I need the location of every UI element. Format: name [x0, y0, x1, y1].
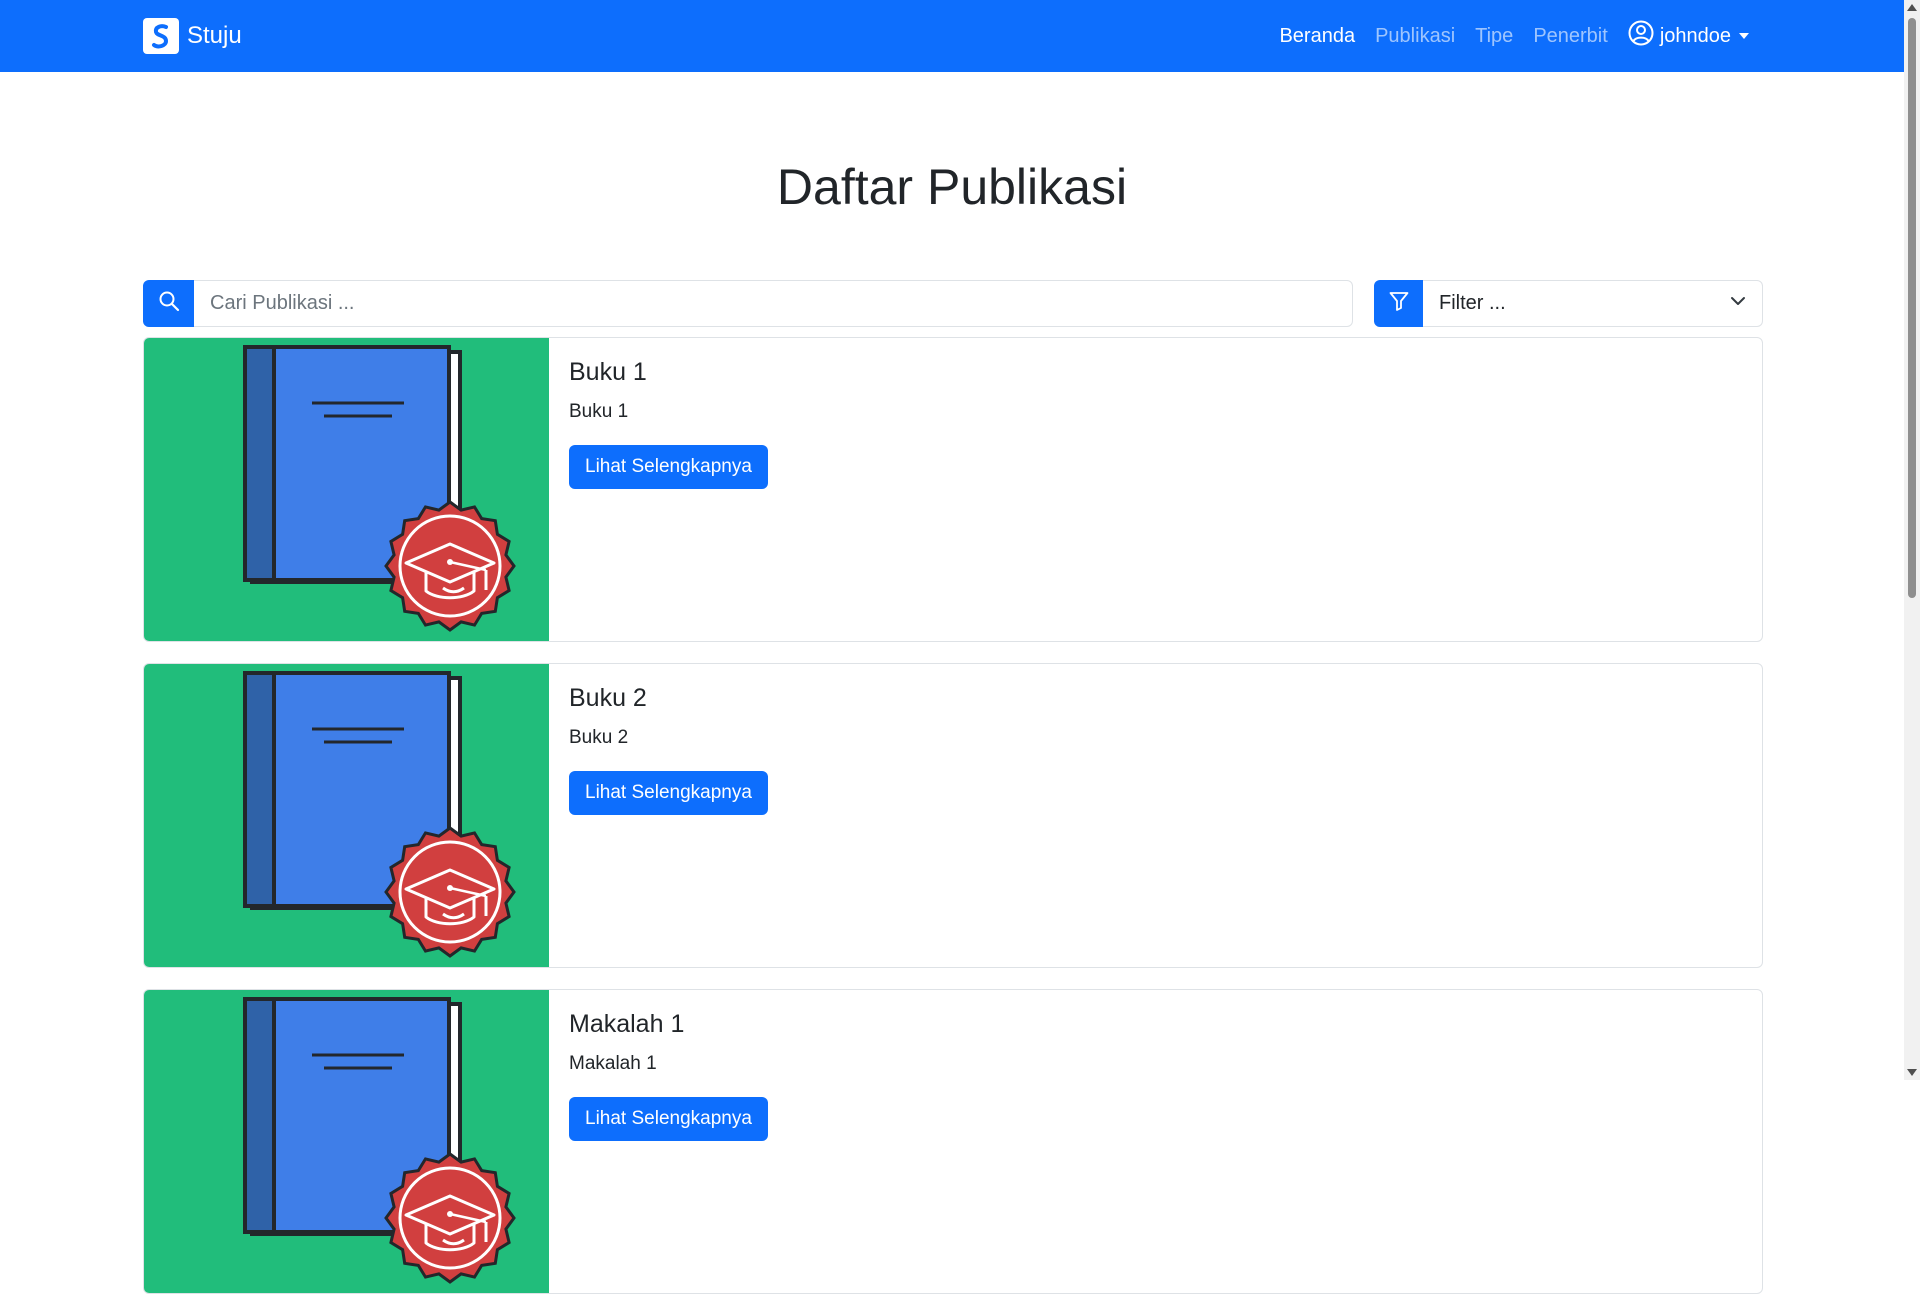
caret-down-icon — [1739, 33, 1749, 39]
nav-link-publikasi[interactable]: Publikasi — [1375, 25, 1455, 48]
card-title: Buku 2 — [569, 684, 647, 712]
card-body: Buku 1 Buku 1 Lihat Selengkapnya — [549, 338, 788, 641]
search-icon — [158, 290, 180, 317]
brand-name: Stuju — [187, 22, 242, 49]
filter-select[interactable]: Filter ... — [1423, 280, 1763, 327]
nav-link-beranda[interactable]: Beranda — [1279, 25, 1355, 48]
brand-logo-icon — [143, 18, 179, 54]
user-name: johndoe — [1659, 24, 1731, 47]
card-body: Buku 2 Buku 2 Lihat Selengkapnya — [549, 664, 788, 967]
view-details-button[interactable]: Lihat Selengkapnya — [569, 771, 768, 815]
scroll-up-icon[interactable] — [1907, 4, 1917, 11]
publication-card: Makalah 1 Makalah 1 Lihat Selengkapnya — [143, 989, 1763, 1294]
publication-card: Buku 2 Buku 2 Lihat Selengkapnya — [143, 663, 1763, 968]
book-graduation-icon — [144, 338, 549, 641]
user-circle-icon — [1628, 20, 1654, 52]
nav-link-penerbit[interactable]: Penerbit — [1533, 25, 1608, 48]
filter-group: Filter ... — [1374, 280, 1763, 327]
search-button[interactable] — [143, 280, 194, 327]
search-group — [143, 280, 1353, 327]
publication-card: Buku 1 Buku 1 Lihat Selengkapnya — [143, 337, 1763, 642]
filter-select-value: Filter ... — [1439, 292, 1506, 314]
page-scrollbar[interactable] — [1904, 0, 1920, 1080]
view-details-button[interactable]: Lihat Selengkapnya — [569, 1097, 768, 1141]
card-body: Makalah 1 Makalah 1 Lihat Selengkapnya — [549, 990, 788, 1293]
filter-icon — [1388, 290, 1410, 317]
scroll-thumb[interactable] — [1908, 18, 1916, 598]
user-dropdown[interactable]: johndoe — [1628, 20, 1749, 52]
chevron-down-icon — [1730, 292, 1746, 315]
navbar: Stuju Beranda Publikasi Tipe Penerbit jo… — [0, 0, 1904, 72]
brand-link[interactable]: Stuju — [143, 18, 242, 54]
nav-links: Beranda Publikasi Tipe Penerbit johndoe — [1279, 0, 1749, 72]
view-details-button[interactable]: Lihat Selengkapnya — [569, 445, 768, 489]
card-text: Makalah 1 — [569, 1053, 657, 1074]
filter-button[interactable] — [1374, 280, 1423, 327]
scroll-down-icon[interactable] — [1907, 1069, 1917, 1076]
card-text: Buku 2 — [569, 727, 629, 748]
card-title: Buku 1 — [569, 358, 647, 386]
card-title: Makalah 1 — [569, 1010, 685, 1038]
book-graduation-icon — [144, 990, 549, 1293]
nav-link-tipe[interactable]: Tipe — [1475, 25, 1513, 48]
book-graduation-icon — [144, 664, 549, 967]
card-text: Buku 1 — [569, 401, 629, 422]
page-title: Daftar Publikasi — [776, 159, 1128, 215]
search-input[interactable] — [194, 280, 1353, 327]
